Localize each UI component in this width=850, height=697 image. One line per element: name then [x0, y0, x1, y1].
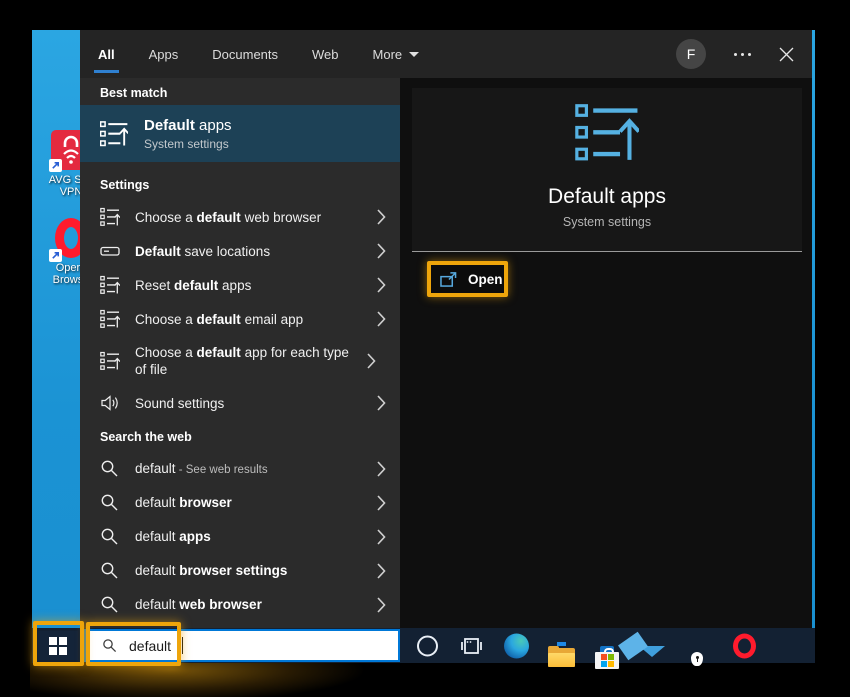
- open-window-icon: [440, 271, 457, 287]
- chevron-right-icon: [377, 461, 386, 477]
- cortana-icon[interactable]: [417, 635, 438, 656]
- section-header-best-match: Best match: [80, 78, 400, 100]
- tab-documents[interactable]: Documents: [210, 43, 280, 66]
- tab-all[interactable]: All: [96, 43, 117, 66]
- web-result[interactable]: default web browser: [80, 588, 400, 622]
- chevron-right-icon: [377, 209, 386, 225]
- best-match-title: Default apps: [144, 117, 232, 135]
- close-icon[interactable]: [779, 47, 794, 62]
- settings-result[interactable]: Sound settings: [80, 386, 400, 420]
- opera-icon[interactable]: [733, 633, 756, 658]
- chevron-right-icon: [367, 353, 376, 369]
- result-text: default - See web results: [135, 460, 377, 479]
- open-label: Open: [468, 272, 503, 287]
- text-caret: [182, 637, 183, 654]
- task-view-icon[interactable]: [460, 636, 482, 656]
- shortcut-arrow-icon: [49, 159, 62, 172]
- chevron-down-icon: [409, 52, 419, 57]
- more-options-icon[interactable]: [734, 53, 751, 56]
- web-result[interactable]: default - See web results: [80, 452, 400, 486]
- chevron-right-icon: [377, 529, 386, 545]
- result-text: default web browser: [135, 596, 377, 615]
- callout-search-box: [86, 622, 181, 666]
- result-text: Choose a default web browser: [135, 209, 377, 226]
- result-text: Choose a default app for each type of fi…: [135, 344, 367, 378]
- chevron-right-icon: [377, 563, 386, 579]
- search-flyout: All Apps Documents Web More F Best match: [80, 30, 812, 628]
- result-text: default browser settings: [135, 562, 377, 581]
- result-text: Default save locations: [135, 243, 377, 260]
- chevron-right-icon: [377, 277, 386, 293]
- search-icon: [100, 595, 120, 615]
- chevron-right-icon: [377, 495, 386, 511]
- web-result[interactable]: default browser: [80, 486, 400, 520]
- settings-result[interactable]: Choose a default email app: [80, 302, 400, 336]
- tab-apps[interactable]: Apps: [147, 43, 181, 66]
- preview-title: Default apps: [412, 185, 802, 209]
- search-icon: [100, 561, 120, 581]
- default-apps-icon: [100, 309, 120, 329]
- screen: AVG Sec VPN Opera Browse All Apps Docume…: [32, 30, 815, 663]
- open-action[interactable]: Open: [427, 261, 508, 297]
- web-result[interactable]: default browser settings: [80, 554, 400, 588]
- result-text: Choose a default email app: [135, 311, 377, 328]
- default-apps-icon: [100, 121, 128, 147]
- preview-subtitle: System settings: [412, 215, 802, 229]
- settings-result[interactable]: Choose a default web browser: [80, 200, 400, 234]
- search-icon: [100, 459, 120, 479]
- shortcut-arrow-icon: [49, 249, 62, 262]
- settings-result[interactable]: Choose a default app for each type of fi…: [80, 336, 400, 386]
- edge-icon[interactable]: [504, 633, 529, 658]
- default-apps-icon-large: [575, 104, 639, 162]
- result-text: Reset default apps: [135, 277, 377, 294]
- default-apps-icon: [100, 275, 120, 295]
- chevron-right-icon: [377, 311, 386, 327]
- drive-icon: [100, 241, 120, 261]
- result-text: default browser: [135, 494, 377, 513]
- section-header-search-web: Search the web: [80, 420, 400, 444]
- callout-start-button: [33, 621, 84, 666]
- search-icon: [100, 493, 120, 513]
- settings-result[interactable]: Reset default apps: [80, 268, 400, 302]
- section-header-settings: Settings: [80, 162, 400, 192]
- search-icon: [100, 527, 120, 547]
- chevron-right-icon: [377, 597, 386, 613]
- settings-result[interactable]: Default save locations: [80, 234, 400, 268]
- chevron-right-icon: [377, 243, 386, 259]
- tab-web[interactable]: Web: [310, 43, 341, 66]
- web-result[interactable]: default apps: [80, 520, 400, 554]
- preview-panel: Default apps System settings Open: [400, 78, 812, 628]
- best-match-result[interactable]: Default apps System settings: [80, 105, 400, 162]
- default-apps-icon: [100, 351, 120, 371]
- results-panel: Best match Default apps System settings …: [80, 78, 400, 628]
- search-tabs-bar: All Apps Documents Web More F: [80, 30, 812, 78]
- preview-card: Default apps System settings: [412, 88, 802, 252]
- user-avatar[interactable]: F: [676, 39, 706, 69]
- result-text: Sound settings: [135, 395, 377, 412]
- best-match-subtitle: System settings: [144, 137, 232, 151]
- tab-more[interactable]: More: [371, 43, 422, 66]
- result-text: default apps: [135, 528, 377, 547]
- chevron-right-icon: [377, 395, 386, 411]
- speaker-icon: [100, 393, 120, 413]
- default-apps-icon: [100, 207, 120, 227]
